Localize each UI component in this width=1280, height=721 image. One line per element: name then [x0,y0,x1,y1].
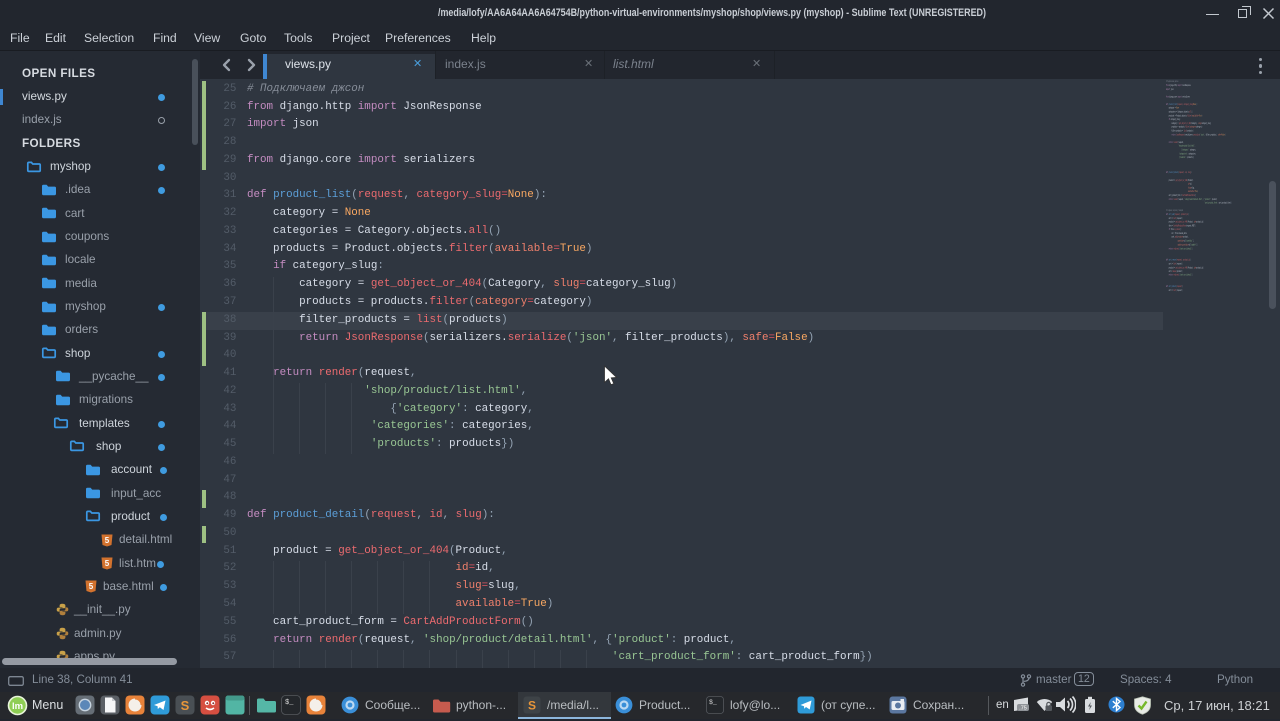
svg-text:$_: $_ [709,699,717,706]
svg-text:5: 5 [89,582,94,591]
svg-text:5: 5 [105,559,110,568]
svg-text:.75: .75 [1019,706,1027,712]
svg-text:5: 5 [105,536,110,545]
svg-text:$_: $_ [285,699,294,707]
svg-text:lm: lm [12,701,23,712]
svg-text:S: S [528,699,536,713]
svg-text:S: S [181,698,190,713]
